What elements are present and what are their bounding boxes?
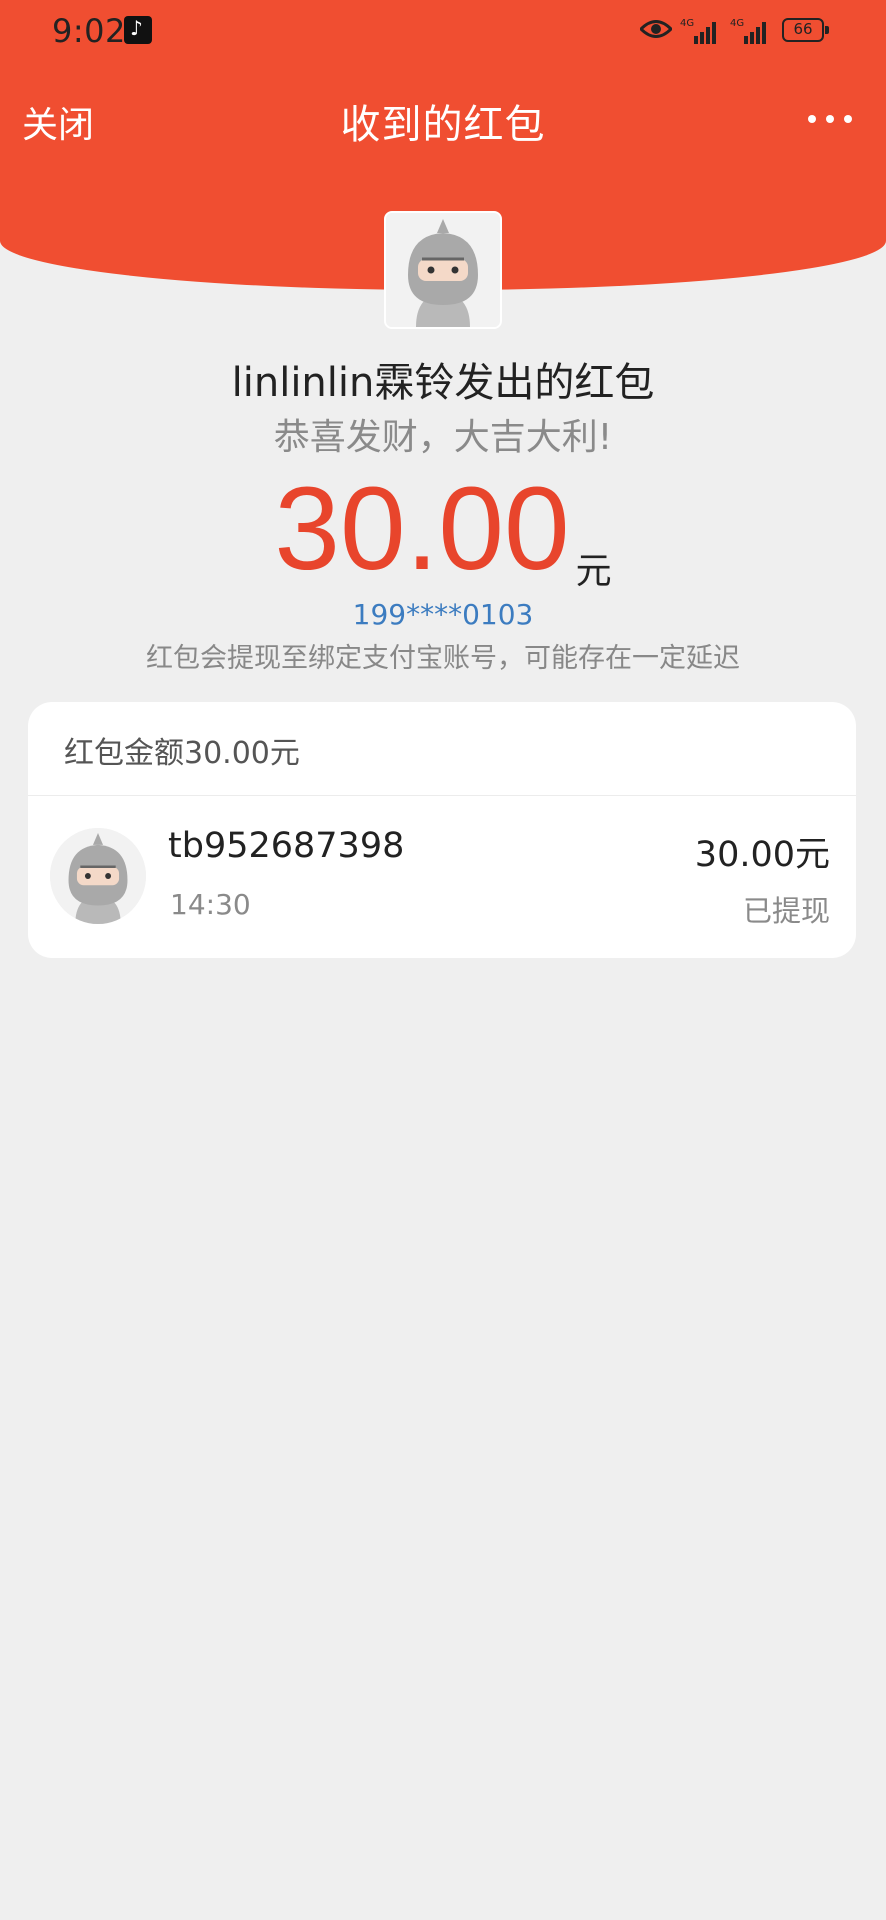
record-time: 14:30 <box>170 888 251 921</box>
signal-icon: 4G <box>680 18 716 44</box>
nav-bar: 关闭 收到的红包 <box>0 82 886 158</box>
withdraw-notice: 红包会提现至绑定支付宝账号，可能存在一定延迟 <box>146 643 740 674</box>
more-dot-icon <box>808 115 816 123</box>
record-card: 红包金额30.00元 tb952687398 14:30 30.00元 已提现 <box>28 702 856 958</box>
battery-icon: 66 <box>782 18 829 42</box>
sender-title: linlinlin霖铃发出的红包 <box>231 360 655 406</box>
status-time: 9:02 <box>52 12 126 50</box>
blessing-text: 恭喜发财，大吉大利! <box>273 417 613 458</box>
more-dot-icon <box>844 115 852 123</box>
more-dot-icon <box>826 115 834 123</box>
record-status: 已提现 <box>742 894 830 928</box>
more-options-button[interactable] <box>806 104 856 134</box>
eye-icon <box>640 20 672 38</box>
tiktok-notification-icon <box>124 16 152 44</box>
card-header: 红包金额30.00元 <box>28 702 856 796</box>
card-title: 红包金额30.00元 <box>64 736 300 771</box>
ninja-avatar-icon <box>50 828 146 924</box>
svg-text:4G: 4G <box>730 18 744 29</box>
amount-row: 30.00 元 <box>0 464 886 594</box>
page-title: 收到的红包 <box>340 102 546 148</box>
amount-unit: 元 <box>575 551 612 592</box>
ninja-avatar-icon <box>386 213 500 327</box>
svg-text:4G: 4G <box>680 18 694 29</box>
recipient-name: tb952687398 <box>168 826 405 866</box>
signal-icon: 4G <box>730 18 766 44</box>
record-amount: 30.00元 <box>694 835 830 875</box>
avatar <box>50 828 146 924</box>
amount-value: 30.00 <box>274 463 570 595</box>
sender-avatar <box>384 211 502 329</box>
alipay-account: 199****0103 <box>352 598 534 631</box>
list-item[interactable]: tb952687398 14:30 30.00元 已提现 <box>28 796 856 958</box>
status-bar: 9:02 4G 4G 66 <box>0 0 886 62</box>
